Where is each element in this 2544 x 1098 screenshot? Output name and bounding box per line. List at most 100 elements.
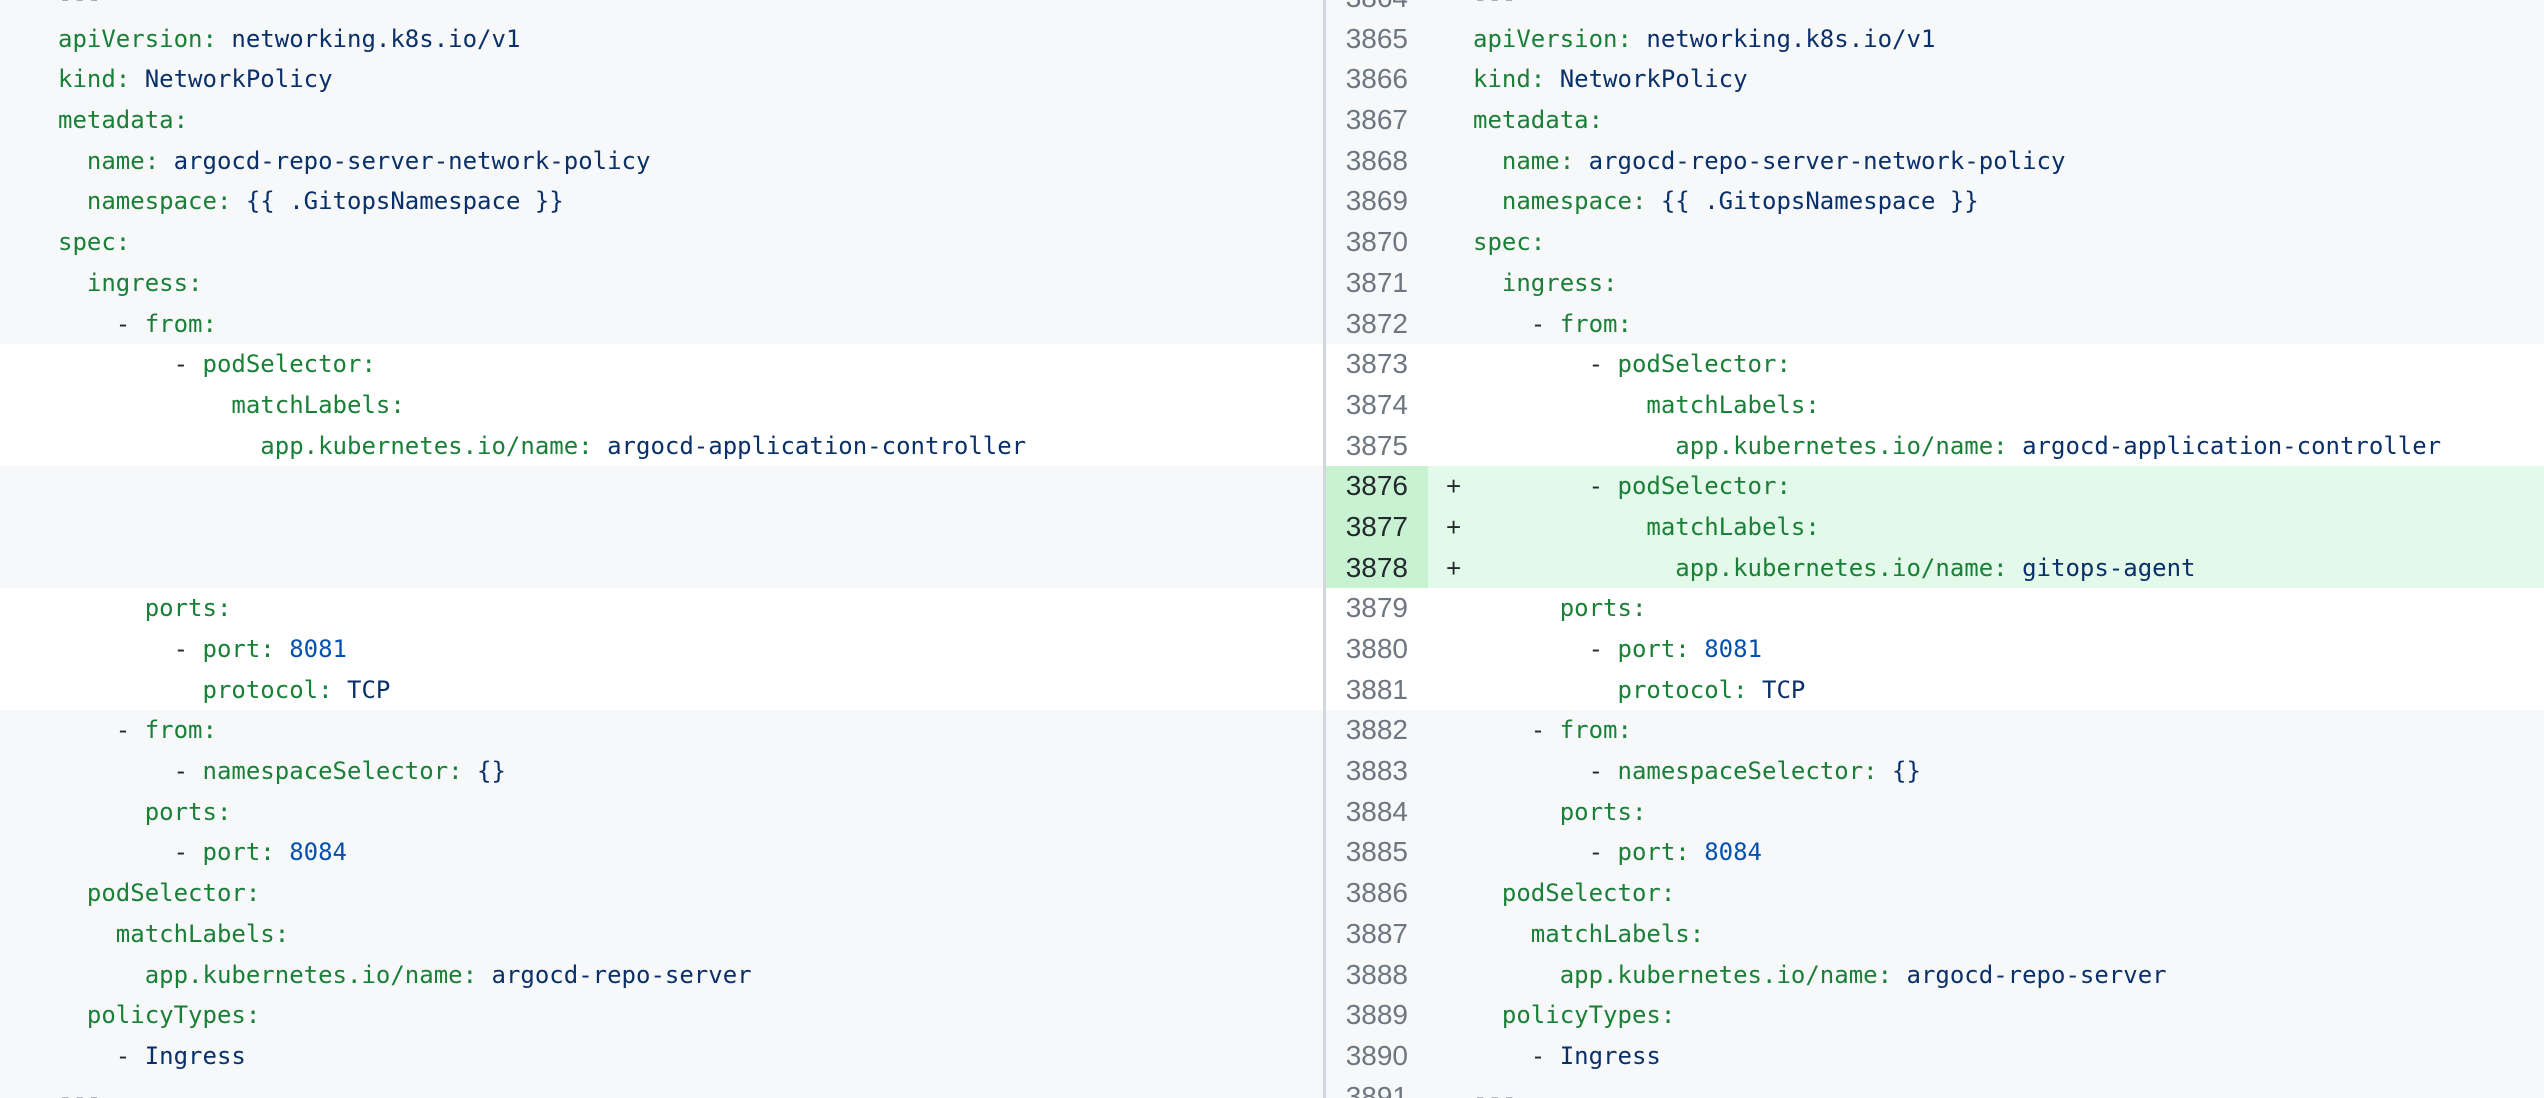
code-token bbox=[1632, 25, 1646, 53]
code-token: NetworkPolicy bbox=[1560, 65, 1748, 93]
code-line: - namespaceSelector: {} bbox=[0, 751, 1323, 792]
line-number[interactable]: 3877 bbox=[1326, 507, 1428, 548]
diff-marker bbox=[1428, 792, 1473, 833]
diff-marker: + bbox=[1428, 507, 1473, 548]
line-number[interactable]: 3878 bbox=[1326, 548, 1428, 589]
code-token bbox=[58, 676, 203, 704]
diff-row: app.kubernetes.io/name: argocd-applicati… bbox=[0, 426, 1323, 467]
line-number[interactable]: 3880 bbox=[1326, 629, 1428, 670]
code-token bbox=[1473, 838, 1589, 866]
code-token: - bbox=[116, 310, 145, 338]
line-number[interactable]: 3866 bbox=[1326, 59, 1428, 100]
code-token bbox=[58, 961, 145, 989]
code-token: --- bbox=[1473, 0, 1516, 12]
code-token: - bbox=[1531, 310, 1560, 338]
line-number[interactable]: 3874 bbox=[1326, 385, 1428, 426]
diff-marker bbox=[1428, 100, 1473, 141]
code-line: kind: NetworkPolicy bbox=[1473, 59, 2544, 100]
code-token bbox=[1473, 635, 1589, 663]
code-token: app.kubernetes.io/name: bbox=[260, 432, 592, 460]
line-number[interactable]: 3890 bbox=[1326, 1036, 1428, 1077]
code-token: matchLabels: bbox=[1646, 391, 1819, 419]
code-token bbox=[1473, 798, 1560, 826]
line-number[interactable]: 3879 bbox=[1326, 588, 1428, 629]
code-line: ports: bbox=[1473, 792, 2544, 833]
line-number[interactable]: 3888 bbox=[1326, 955, 1428, 996]
line-number[interactable]: 3889 bbox=[1326, 995, 1428, 1036]
code-token: argocd-repo-server-network-policy bbox=[1589, 147, 2066, 175]
line-number[interactable]: 3864 bbox=[1326, 0, 1428, 19]
code-token: {{ .GitopsNamespace }} bbox=[246, 187, 564, 215]
line-number[interactable]: 3870 bbox=[1326, 222, 1428, 263]
line-number[interactable]: 3867 bbox=[1326, 100, 1428, 141]
code-token: - bbox=[174, 635, 203, 663]
code-line: ports: bbox=[1473, 588, 2544, 629]
code-token: networking.k8s.io/v1 bbox=[231, 25, 520, 53]
code-token bbox=[1473, 269, 1502, 297]
diff-row: policyTypes: bbox=[0, 995, 1323, 1036]
code-line: - port: 8084 bbox=[1473, 832, 2544, 873]
diff-marker bbox=[1428, 304, 1473, 345]
line-number[interactable]: 3873 bbox=[1326, 344, 1428, 385]
line-number[interactable]: 3886 bbox=[1326, 873, 1428, 914]
code-token: --- bbox=[58, 0, 101, 12]
diff-row: 3881 protocol: TCP bbox=[1326, 670, 2544, 711]
code-token bbox=[477, 961, 491, 989]
diff-row: 3875 app.kubernetes.io/name: argocd-appl… bbox=[1326, 426, 2544, 467]
code-token bbox=[58, 147, 87, 175]
code-token bbox=[58, 716, 116, 744]
diff-marker bbox=[1428, 344, 1473, 385]
line-number[interactable]: 3876 bbox=[1326, 466, 1428, 507]
code-line: - namespaceSelector: {} bbox=[1473, 751, 2544, 792]
code-line: podSelector: bbox=[1473, 873, 2544, 914]
line-number[interactable]: 3891 bbox=[1326, 1077, 1428, 1098]
code-token: protocol: bbox=[203, 676, 333, 704]
line-number[interactable]: 3883 bbox=[1326, 751, 1428, 792]
code-token: 8081 bbox=[1704, 635, 1762, 663]
code-token: protocol: bbox=[1618, 676, 1748, 704]
code-token: ports: bbox=[145, 798, 232, 826]
line-number[interactable]: 3885 bbox=[1326, 832, 1428, 873]
code-token: {} bbox=[477, 757, 506, 785]
line-number[interactable]: 3875 bbox=[1326, 426, 1428, 467]
code-token: - bbox=[174, 757, 203, 785]
line-number[interactable]: 3887 bbox=[1326, 914, 1428, 955]
code-token bbox=[275, 838, 289, 866]
code-token: ports: bbox=[145, 594, 232, 622]
code-line: - port: 8081 bbox=[0, 629, 1323, 670]
code-token bbox=[58, 920, 116, 948]
code-line: ingress: bbox=[0, 263, 1323, 304]
diff-marker bbox=[1428, 710, 1473, 751]
code-line: --- bbox=[1473, 1077, 2544, 1098]
diff-row: - Ingress bbox=[0, 1036, 1323, 1077]
code-line: - from: bbox=[0, 710, 1323, 751]
code-token: {{ .GitopsNamespace }} bbox=[1661, 187, 1979, 215]
code-token bbox=[58, 350, 174, 378]
line-number[interactable]: 3865 bbox=[1326, 19, 1428, 60]
code-token: app.kubernetes.io/name: bbox=[145, 961, 477, 989]
code-token: kind: bbox=[1473, 65, 1545, 93]
line-number[interactable]: 3869 bbox=[1326, 181, 1428, 222]
diff-row: 3879 ports: bbox=[1326, 588, 2544, 629]
line-number[interactable]: 3882 bbox=[1326, 710, 1428, 751]
code-token: {} bbox=[1892, 757, 1921, 785]
line-number[interactable]: 3884 bbox=[1326, 792, 1428, 833]
code-token bbox=[333, 676, 347, 704]
line-number[interactable]: 3871 bbox=[1326, 263, 1428, 304]
diff-row: 3870spec: bbox=[1326, 222, 2544, 263]
diff-row: 3874 matchLabels: bbox=[1326, 385, 2544, 426]
code-line: - port: 8081 bbox=[1473, 629, 2544, 670]
code-token: from: bbox=[145, 716, 217, 744]
code-token: from: bbox=[1560, 716, 1632, 744]
line-number[interactable]: 3868 bbox=[1326, 141, 1428, 182]
diff-row: --- bbox=[0, 0, 1323, 19]
line-number[interactable]: 3872 bbox=[1326, 304, 1428, 345]
code-token: apiVersion: bbox=[58, 25, 217, 53]
diff-row: 3867metadata: bbox=[1326, 100, 2544, 141]
code-token: TCP bbox=[347, 676, 390, 704]
code-token: argocd-repo-server bbox=[1907, 961, 2167, 989]
diff-row: metadata: bbox=[0, 100, 1323, 141]
diff-row: 3883 - namespaceSelector: {} bbox=[1326, 751, 2544, 792]
line-number[interactable]: 3881 bbox=[1326, 670, 1428, 711]
diff-row: matchLabels: bbox=[0, 385, 1323, 426]
